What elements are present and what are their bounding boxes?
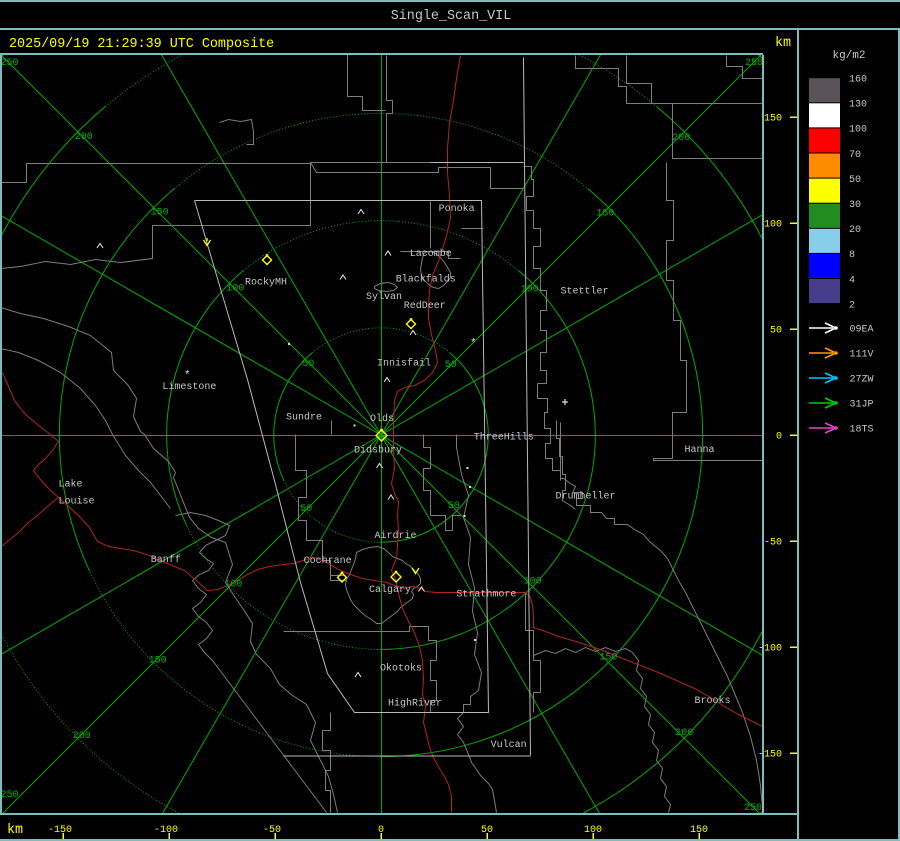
- svg-text:Ponoka: Ponoka: [439, 203, 475, 215]
- svg-text:Lacombe: Lacombe: [410, 248, 452, 260]
- svg-text:Banff: Banff: [151, 554, 181, 566]
- svg-text:09EA: 09EA: [850, 325, 874, 336]
- svg-text:*: *: [470, 338, 477, 350]
- svg-text:HighRiver: HighRiver: [388, 698, 442, 710]
- svg-text:km: km: [7, 823, 23, 838]
- svg-text:150: 150: [690, 825, 708, 836]
- svg-text:200: 200: [675, 728, 693, 739]
- svg-text:Didsbury: Didsbury: [354, 445, 402, 457]
- svg-text:250: 250: [1, 790, 19, 801]
- svg-text:8: 8: [849, 250, 855, 261]
- svg-text:100: 100: [224, 580, 242, 591]
- svg-text:ThreeHills: ThreeHills: [474, 432, 534, 444]
- svg-text:Single_Scan_VIL: Single_Scan_VIL: [391, 9, 512, 24]
- svg-text:Stettler: Stettler: [561, 286, 609, 298]
- svg-text:-50: -50: [764, 538, 782, 549]
- svg-text:50: 50: [445, 360, 457, 371]
- svg-text:150: 150: [596, 209, 614, 220]
- svg-text:250: 250: [745, 58, 763, 69]
- svg-text:50: 50: [770, 326, 782, 337]
- svg-text:160: 160: [849, 75, 867, 86]
- svg-text:Vulcan: Vulcan: [491, 739, 527, 751]
- svg-text:150: 150: [599, 652, 617, 663]
- svg-text:Lake: Lake: [59, 479, 83, 491]
- svg-text:-100: -100: [154, 825, 178, 836]
- svg-text:*: *: [184, 370, 191, 382]
- svg-text:27ZW: 27ZW: [850, 375, 874, 386]
- svg-text:-150: -150: [48, 825, 72, 836]
- svg-text:Blackfalds: Blackfalds: [396, 274, 456, 286]
- svg-text:Cochrane: Cochrane: [304, 555, 352, 567]
- svg-text:2: 2: [849, 300, 855, 311]
- svg-text:Sundre: Sundre: [286, 412, 322, 424]
- svg-text:100: 100: [524, 577, 542, 588]
- svg-text:Hanna: Hanna: [685, 445, 715, 456]
- svg-text:100: 100: [849, 125, 867, 136]
- svg-text:Olds: Olds: [370, 413, 394, 425]
- svg-text:250: 250: [1, 58, 19, 69]
- svg-text:-50: -50: [263, 825, 281, 836]
- svg-text:0: 0: [378, 825, 384, 836]
- svg-text:RedDeer: RedDeer: [404, 300, 446, 312]
- svg-text:150: 150: [764, 114, 782, 125]
- svg-text:31JP: 31JP: [850, 400, 874, 411]
- svg-text:20: 20: [849, 225, 861, 236]
- svg-text:Limestone: Limestone: [162, 381, 216, 393]
- svg-text:150: 150: [149, 655, 167, 666]
- svg-text:70: 70: [849, 150, 861, 161]
- svg-text:100: 100: [584, 825, 602, 836]
- svg-text:30: 30: [849, 200, 861, 211]
- svg-text:Innisfail: Innisfail: [377, 358, 431, 370]
- svg-text:200: 200: [672, 133, 690, 144]
- svg-text:0: 0: [776, 432, 782, 443]
- svg-text:Calgary: Calgary: [369, 584, 411, 596]
- svg-text:kg/m2: kg/m2: [832, 50, 865, 62]
- svg-text:111V: 111V: [850, 350, 874, 361]
- svg-text:200: 200: [73, 731, 91, 742]
- svg-text:Brooks: Brooks: [695, 695, 731, 707]
- svg-text:-100: -100: [758, 644, 782, 655]
- svg-text:Louise: Louise: [59, 496, 95, 508]
- svg-text:Airdrie: Airdrie: [375, 530, 417, 542]
- svg-text:50: 50: [481, 825, 493, 836]
- svg-text:Strathmore: Strathmore: [456, 589, 516, 601]
- svg-text:50: 50: [302, 359, 314, 370]
- svg-text:Sylvan: Sylvan: [366, 291, 402, 303]
- svg-text:Okotoks: Okotoks: [380, 663, 422, 675]
- svg-text:100: 100: [226, 283, 244, 294]
- svg-text:100: 100: [521, 284, 539, 295]
- svg-text:250: 250: [744, 803, 762, 814]
- svg-text:50: 50: [448, 501, 460, 512]
- svg-text:2025/09/19 21:29:39 UTC Compos: 2025/09/19 21:29:39 UTC Composite: [9, 37, 274, 52]
- svg-text:18TS: 18TS: [850, 425, 874, 436]
- svg-text:50: 50: [849, 175, 861, 186]
- svg-text:RockyMH: RockyMH: [245, 277, 287, 289]
- svg-text:4: 4: [849, 275, 855, 286]
- svg-text:-150: -150: [758, 750, 782, 761]
- svg-text:km: km: [775, 36, 791, 51]
- svg-text:130: 130: [849, 100, 867, 111]
- svg-text:Drumheller: Drumheller: [556, 491, 616, 503]
- svg-text:100: 100: [764, 220, 782, 231]
- svg-text:200: 200: [75, 132, 93, 143]
- svg-text:150: 150: [151, 208, 169, 219]
- svg-text:50: 50: [300, 504, 312, 515]
